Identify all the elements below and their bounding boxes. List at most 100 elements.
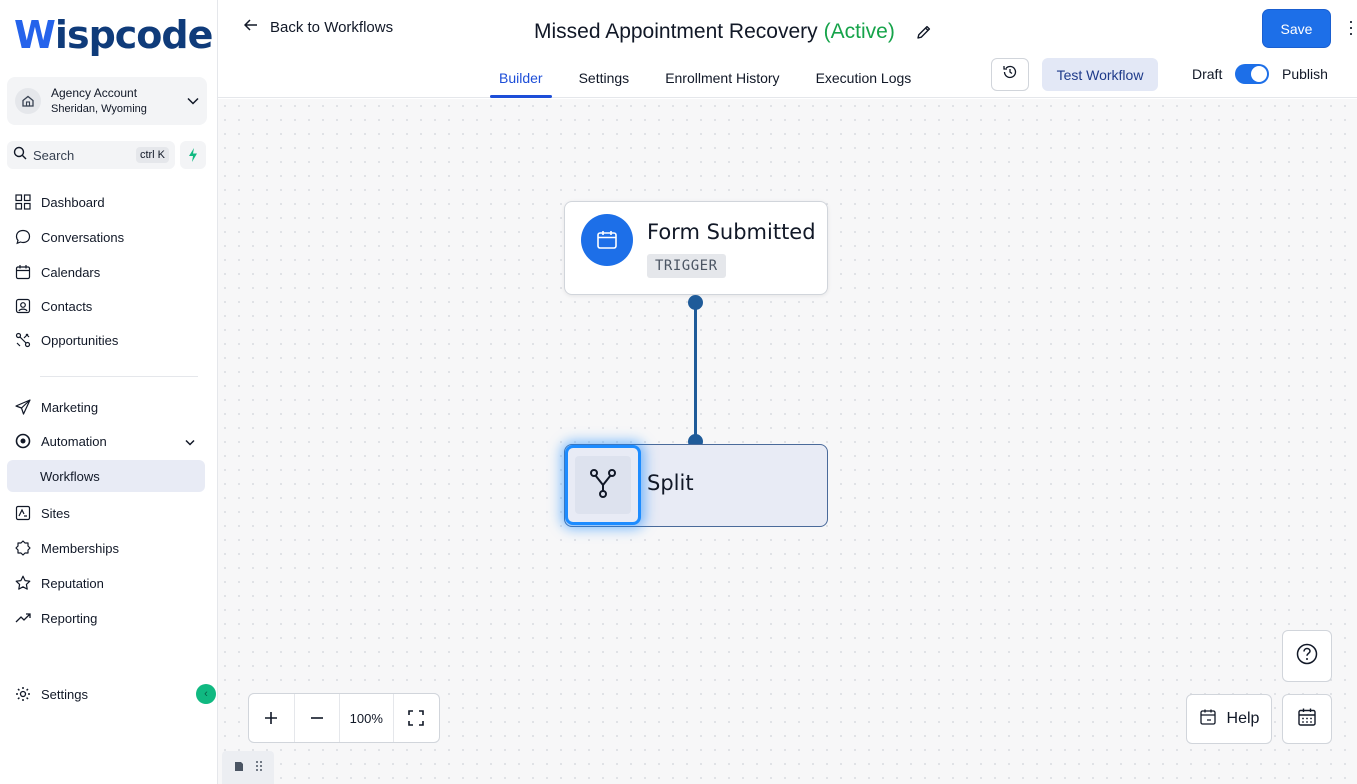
tab-builder[interactable]: Builder — [490, 58, 552, 98]
sidebar-item-label: Conversations — [41, 229, 125, 245]
workflow-title: Missed Appointment Recovery — [534, 20, 818, 43]
chevron-left-icon: ‹ — [204, 688, 208, 700]
sidebar-item-label: Dashboard — [41, 194, 105, 210]
collapse-sidebar-button[interactable]: ‹ — [196, 684, 216, 704]
home-icon — [15, 88, 41, 114]
question-circle-icon — [1296, 643, 1318, 670]
sidebar-item-label: Workflows — [40, 468, 100, 484]
account-name: Agency Account — [51, 86, 138, 100]
sidebar-item-settings[interactable]: Settings — [7, 678, 205, 710]
split-title: Split — [647, 471, 694, 495]
logo-first-letter: W — [14, 13, 56, 57]
sidebar-item-reporting[interactable]: Reporting — [7, 602, 205, 634]
calendar-form-icon — [581, 214, 633, 266]
more-options-icon[interactable]: · · · — [1346, 12, 1356, 42]
calendar-icon — [13, 262, 33, 282]
back-label: Back to Workflows — [270, 18, 394, 36]
draft-label: Draft — [1192, 66, 1223, 82]
zoom-level: 100% — [340, 694, 394, 742]
search-input[interactable]: Search ctrl K — [7, 141, 175, 169]
calendar-button[interactable] — [1282, 694, 1332, 744]
sidebar: Wispcode Agency Account Sheridan, Wyomin… — [0, 0, 218, 784]
search-label: Search — [33, 147, 75, 163]
zoom-in-button[interactable] — [249, 694, 295, 742]
test-workflow-button[interactable]: Test Workflow — [1042, 58, 1158, 91]
sidebar-item-label: Reporting — [41, 610, 98, 626]
tab-settings[interactable]: Settings — [579, 58, 630, 98]
help-label: Help — [1226, 710, 1260, 727]
sidebar-item-label: Reputation — [41, 575, 104, 591]
sidebar-item-label: Marketing — [41, 399, 99, 415]
tab-execution-logs[interactable]: Execution Logs — [816, 58, 912, 98]
trigger-badge: TRIGGER — [647, 254, 726, 278]
quick-action-bolt-icon[interactable] — [180, 141, 206, 169]
sidebar-item-opportunities[interactable]: Opportunities — [7, 324, 205, 356]
sidebar-item-contacts[interactable]: Contacts — [7, 290, 205, 322]
sidebar-item-conversations[interactable]: Conversations — [7, 221, 205, 253]
contact-card-icon — [13, 296, 33, 316]
back-to-workflows-link[interactable]: Back to Workflows — [243, 18, 394, 36]
star-icon — [13, 573, 33, 593]
split-node[interactable]: Split — [564, 444, 828, 527]
zoom-out-button[interactable] — [295, 694, 341, 742]
sidebar-item-dashboard[interactable]: Dashboard — [7, 186, 205, 218]
calendar-grid-icon — [1297, 707, 1317, 732]
workflow-title-group: Missed Appointment Recovery (Active) — [534, 20, 935, 44]
chat-bubble-icon — [13, 227, 33, 247]
zoom-controls: 100% — [248, 693, 440, 743]
gear-icon — [13, 684, 33, 704]
sidebar-item-label: Opportunities — [41, 332, 119, 348]
output-handle[interactable] — [688, 295, 703, 310]
account-switcher[interactable]: Agency Account Sheridan, Wyoming — [7, 77, 207, 125]
question-help-button[interactable] — [1282, 630, 1332, 682]
publish-label: Publish — [1282, 66, 1328, 82]
sidebar-item-automation[interactable]: Automation — [7, 425, 205, 457]
paper-plane-icon — [13, 397, 33, 417]
workflow-tabs: Builder Settings Enrollment History Exec… — [490, 58, 947, 98]
sidebar-item-marketing[interactable]: Marketing — [7, 391, 205, 423]
sidebar-item-label: Contacts — [41, 298, 93, 314]
trigger-node[interactable]: Form Submitted TRIGGER — [564, 201, 828, 295]
drag-handle-icon[interactable] — [255, 759, 263, 777]
version-history-button[interactable] — [991, 58, 1029, 91]
sidebar-item-label: Automation — [41, 433, 107, 449]
fit-to-screen-button[interactable] — [394, 694, 440, 742]
workflow-canvas[interactable]: Form Submitted TRIGGER Split 100% Help — [218, 99, 1357, 784]
trend-icon — [13, 608, 33, 628]
split-branch-icon — [588, 468, 618, 503]
help-button[interactable]: Help — [1186, 694, 1272, 744]
split-icon-box — [565, 445, 641, 525]
calendar-icon — [1199, 708, 1217, 731]
workflow-header: Back to Workflows Missed Appointment Rec… — [218, 0, 1357, 98]
sidebar-item-reputation[interactable]: Reputation — [7, 567, 205, 599]
trigger-title: Form Submitted — [647, 220, 816, 244]
sidebar-item-memberships[interactable]: Memberships — [7, 532, 205, 564]
tab-enrollment-history[interactable]: Enrollment History — [665, 58, 779, 98]
node-connector — [694, 302, 697, 442]
canvas-bottom-toolbar — [222, 751, 274, 784]
grid-icon — [13, 192, 33, 212]
search-icon — [13, 146, 27, 165]
sidebar-item-label: Settings — [41, 686, 88, 702]
sidebar-item-calendars[interactable]: Calendars — [7, 256, 205, 288]
account-location: Sheridan, Wyoming — [51, 103, 147, 115]
history-icon — [1002, 64, 1018, 85]
layers-icon[interactable] — [233, 759, 245, 777]
sidebar-item-workflows[interactable]: Workflows — [7, 460, 205, 492]
badge-icon — [13, 538, 33, 558]
search-shortcut: ctrl K — [135, 147, 169, 163]
pencil-icon[interactable] — [913, 21, 935, 43]
sidebar-item-sites[interactable]: Sites — [7, 497, 205, 529]
publish-toggle[interactable] — [1235, 64, 1269, 84]
toggle-knob — [1251, 66, 1267, 82]
brand-logo[interactable]: Wispcode — [14, 12, 213, 58]
arrow-left-icon — [243, 18, 258, 36]
save-button[interactable]: Save — [1263, 10, 1330, 47]
workflow-status: (Active) — [823, 20, 895, 43]
automation-icon — [13, 431, 33, 451]
opportunities-icon — [13, 330, 33, 350]
sidebar-divider — [40, 376, 198, 377]
sites-icon — [13, 503, 33, 523]
sidebar-item-label: Calendars — [41, 264, 101, 280]
sidebar-item-label: Memberships — [41, 540, 120, 556]
